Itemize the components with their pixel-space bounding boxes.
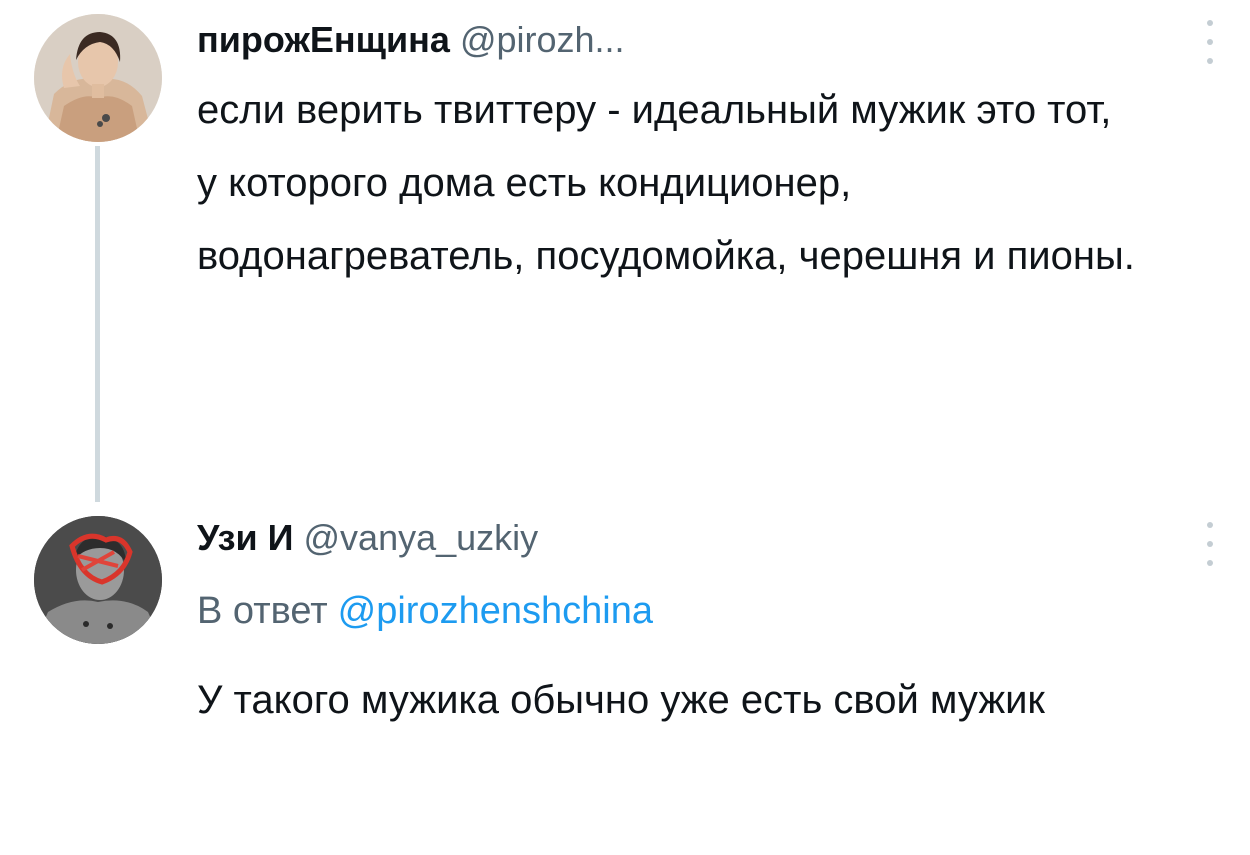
tweet-header: Узи И @vanya_uzkiy (197, 520, 538, 556)
reply-prefix: В ответ (197, 590, 328, 632)
display-name[interactable]: Узи И (197, 517, 294, 558)
tweet-header: пирожЕнщина @pirozh... (197, 22, 625, 58)
user-handle[interactable]: @pirozh... (460, 19, 625, 60)
dot-icon (1207, 522, 1213, 528)
display-name[interactable]: пирожЕнщина (197, 19, 450, 60)
reply-to-link[interactable]: @pirozhenshchina (338, 590, 653, 632)
user-handle[interactable]: @vanya_uzkiy (304, 517, 539, 558)
thread-connector (95, 146, 100, 502)
tweet-original[interactable]: пирожЕнщина @pirozh... если верить твитте… (0, 0, 1250, 502)
avatar-photo-icon (34, 14, 162, 142)
more-options-icon[interactable] (1203, 522, 1217, 566)
tweet-text: У такого мужика обычно уже есть свой муж… (197, 678, 1045, 722)
avatar-photo-icon (34, 516, 162, 644)
tweet-text: если верить твиттеру - идеальный мужик э… (197, 88, 1135, 278)
avatar[interactable] (34, 14, 162, 142)
dot-icon (1207, 560, 1213, 566)
dot-icon (1207, 20, 1213, 26)
dot-icon (1207, 58, 1213, 64)
avatar[interactable] (34, 516, 162, 644)
reply-context: В ответ @pirozhenshchina (197, 592, 653, 630)
dot-icon (1207, 541, 1213, 547)
dot-icon (1207, 39, 1213, 45)
more-options-icon[interactable] (1203, 20, 1217, 64)
tweet-reply[interactable]: Узи И @vanya_uzkiy В ответ @pirozhenshchin… (0, 500, 1250, 855)
